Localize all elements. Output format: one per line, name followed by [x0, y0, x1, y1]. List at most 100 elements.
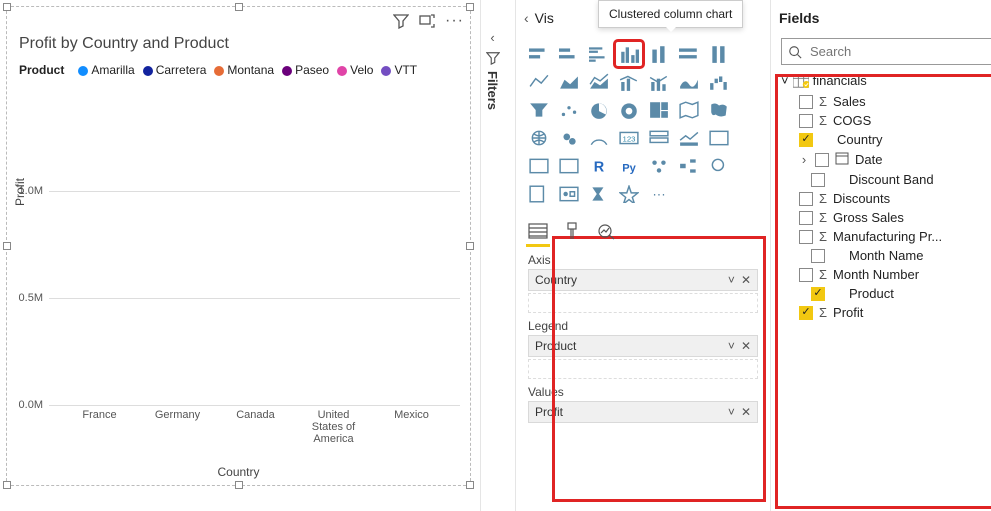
viz-type-more[interactable]: ···	[646, 182, 672, 206]
field-country[interactable]: ✓Country	[781, 130, 991, 149]
field-month-name[interactable]: Month Name	[781, 246, 991, 265]
viz-type-pie[interactable]	[586, 98, 612, 122]
resize-handle[interactable]	[3, 3, 11, 11]
field-checkbox[interactable]	[799, 230, 813, 244]
field-gross-sales[interactable]: ΣGross Sales	[781, 208, 991, 227]
report-canvas[interactable]: ··· Profit by Country and Product Produc…	[0, 0, 480, 511]
resize-handle[interactable]	[466, 481, 474, 489]
field-checkbox[interactable]	[811, 249, 825, 263]
viz-type-stacked-area[interactable]	[586, 70, 612, 94]
viz-type-funnel[interactable]	[526, 98, 552, 122]
field-checkbox[interactable]: ✓	[799, 133, 813, 147]
viz-type-arcgis[interactable]	[556, 182, 582, 206]
field-checkbox[interactable]	[799, 114, 813, 128]
field-checkbox[interactable]	[799, 211, 813, 225]
field-checkbox[interactable]	[799, 192, 813, 206]
viz-type-paginated[interactable]	[526, 182, 552, 206]
chart-plot-area: 0.0M0.5M1.0MFranceGermanyCanadaUnited St…	[49, 127, 460, 405]
field-checkbox[interactable]	[799, 268, 813, 282]
table-node[interactable]: ˅ financials	[781, 73, 991, 88]
legend-swatch	[78, 66, 88, 76]
viz-type-shape-map[interactable]	[526, 126, 552, 150]
values-field-chip[interactable]: Profit ˅✕	[528, 401, 758, 423]
viz-type-key-influencers[interactable]	[646, 154, 672, 178]
viz-type-combo2[interactable]	[646, 70, 672, 94]
legend-dropzone[interactable]	[528, 359, 758, 379]
remove-icon[interactable]: ✕	[741, 339, 751, 353]
viz-type-waterfall[interactable]	[706, 70, 732, 94]
viz-type-custom[interactable]	[616, 182, 642, 206]
viz-type-kpi[interactable]	[676, 126, 702, 150]
viz-type-card[interactable]: 123	[616, 126, 642, 150]
viz-type-ribbon[interactable]	[676, 70, 702, 94]
viz-type-powerapps[interactable]	[586, 182, 612, 206]
axis-field-chip[interactable]: Country ˅✕	[528, 269, 758, 291]
format-tab[interactable]	[562, 222, 582, 243]
remove-icon[interactable]: ✕	[741, 273, 751, 287]
viz-type-treemap[interactable]	[646, 98, 672, 122]
viz-type-combo1[interactable]	[616, 70, 642, 94]
field-product[interactable]: ✓Product	[781, 284, 991, 303]
viz-type-donut[interactable]	[616, 98, 642, 122]
viz-type-matrix[interactable]	[556, 154, 582, 178]
svg-text:Py: Py	[622, 163, 636, 175]
viz-type-slicer[interactable]	[706, 126, 732, 150]
viz-type-clustered-column[interactable]	[616, 42, 642, 66]
field-discounts[interactable]: ΣDiscounts	[781, 189, 991, 208]
search-input[interactable]	[808, 43, 988, 60]
chevron-left-icon[interactable]: ‹	[524, 10, 529, 26]
viz-type-table[interactable]	[526, 154, 552, 178]
filters-pane-collapsed[interactable]: ‹ Filters	[485, 30, 500, 110]
viz-type-clustered-bar[interactable]	[586, 42, 612, 66]
viz-type-decomposition[interactable]	[676, 154, 702, 178]
focus-mode-icon[interactable]	[419, 13, 435, 32]
viz-type-azure-map[interactable]	[556, 126, 582, 150]
viz-type-stacked-bar[interactable]	[526, 42, 552, 66]
field-cogs[interactable]: ΣCOGS	[781, 111, 991, 130]
field-sales[interactable]: ΣSales	[781, 92, 991, 111]
chevron-down-icon[interactable]: ˅	[728, 339, 735, 353]
chevron-down-icon[interactable]: ˅	[728, 405, 735, 419]
viz-type-filled-map[interactable]	[706, 98, 732, 122]
chevron-down-icon[interactable]: ˅	[728, 273, 735, 287]
field-checkbox[interactable]	[811, 173, 825, 187]
viz-type-qa[interactable]	[706, 154, 732, 178]
resize-handle[interactable]	[3, 481, 11, 489]
viz-type-bar[interactable]	[556, 42, 582, 66]
viz-type-py[interactable]: Py	[616, 154, 642, 178]
viz-type-multi-card[interactable]	[646, 126, 672, 150]
field-checkbox[interactable]	[815, 153, 829, 167]
field-checkbox[interactable]: ✓	[811, 287, 825, 301]
field-checkbox[interactable]	[799, 95, 813, 109]
fields-well-tab[interactable]	[528, 222, 548, 243]
fields-search[interactable]	[781, 38, 991, 65]
field-manufacturing-pr-[interactable]: ΣManufacturing Pr...	[781, 227, 991, 246]
viz-type-line[interactable]	[526, 70, 552, 94]
chart-visual[interactable]: ··· Profit by Country and Product Produc…	[6, 6, 471, 486]
remove-icon[interactable]: ✕	[741, 405, 751, 419]
viz-type-stacked-column[interactable]	[646, 42, 672, 66]
viz-type-scatter[interactable]	[556, 98, 582, 122]
viz-type-gauge[interactable]	[586, 126, 612, 150]
viz-type-area[interactable]	[556, 70, 582, 94]
viz-type-r[interactable]: R	[586, 154, 612, 178]
viz-type-100-bar[interactable]	[676, 42, 702, 66]
field-date[interactable]: ›Date	[781, 149, 991, 170]
more-options-icon[interactable]: ···	[445, 13, 464, 32]
viz-type-100-col[interactable]	[706, 42, 732, 66]
field-profit[interactable]: ✓ΣProfit	[781, 303, 991, 322]
chevron-right-icon[interactable]: ›	[799, 152, 809, 167]
resize-handle[interactable]	[466, 3, 474, 11]
resize-handle[interactable]	[235, 481, 243, 489]
filter-icon[interactable]	[393, 13, 409, 32]
resize-handle[interactable]	[466, 242, 474, 250]
field-checkbox[interactable]: ✓	[799, 306, 813, 320]
legend-field-chip[interactable]: Product ˅✕	[528, 335, 758, 357]
field-discount-band[interactable]: Discount Band	[781, 170, 991, 189]
resize-handle[interactable]	[235, 3, 243, 11]
analytics-tab[interactable]	[596, 222, 616, 243]
field-month-number[interactable]: ΣMonth Number	[781, 265, 991, 284]
axis-dropzone[interactable]	[528, 293, 758, 313]
resize-handle[interactable]	[3, 242, 11, 250]
viz-type-map[interactable]	[676, 98, 702, 122]
